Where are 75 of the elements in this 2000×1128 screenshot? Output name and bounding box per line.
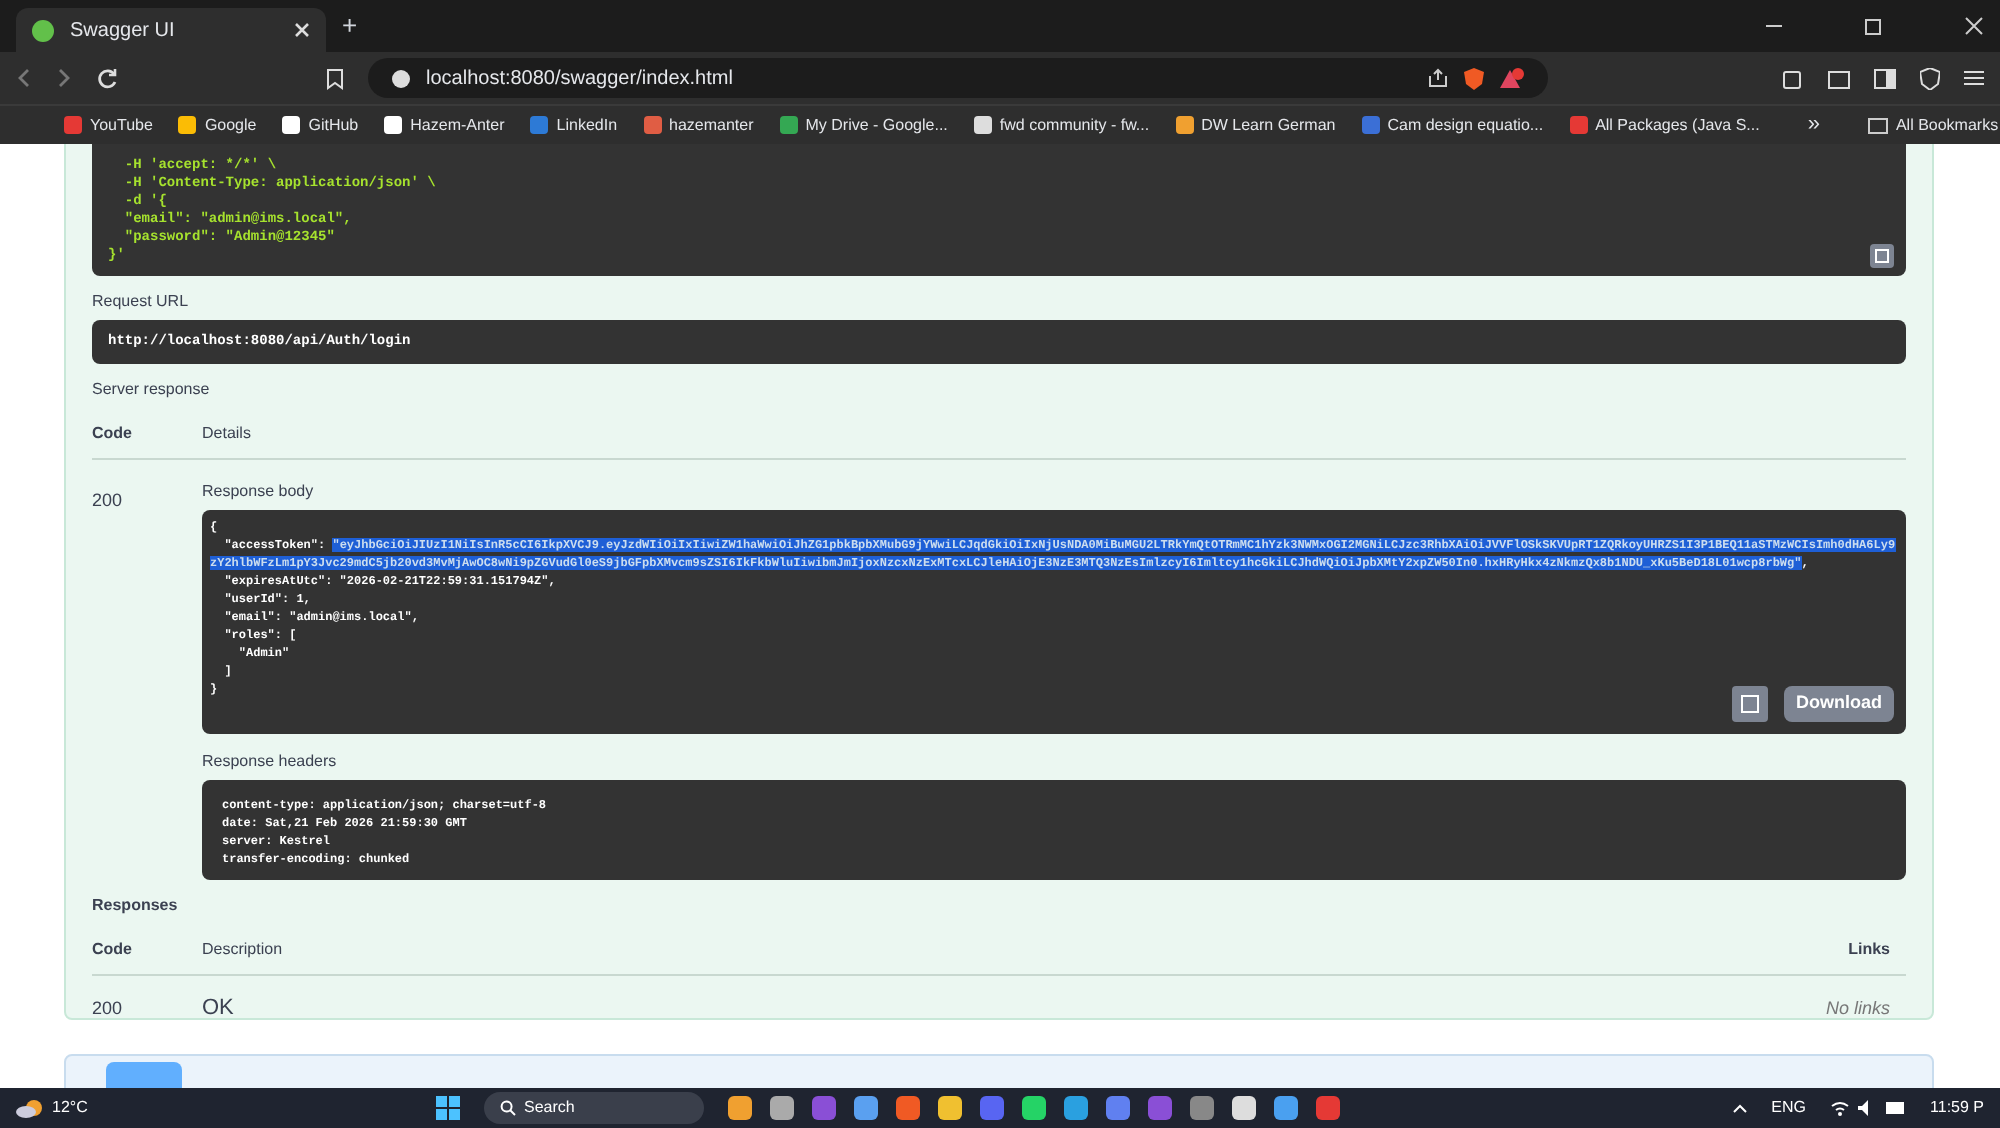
restore-icon[interactable] <box>1864 16 1884 36</box>
bookmark-favicon-icon <box>973 116 992 134</box>
shield-icon[interactable] <box>1920 67 1940 89</box>
app-icon[interactable] <box>1064 1096 1088 1120</box>
windows-start-icon[interactable] <box>436 1096 460 1120</box>
reload-icon[interactable] <box>96 67 118 89</box>
bookmark-favicon-icon <box>64 116 82 134</box>
download-button[interactable]: Download <box>1784 686 1894 722</box>
weather-icon[interactable] <box>16 1096 44 1120</box>
bookmark-item[interactable]: LinkedIn <box>530 113 618 137</box>
column-header: Description <box>202 938 285 962</box>
copy-icon[interactable] <box>1870 244 1894 268</box>
taskbar-search-field[interactable]: Search <box>484 1092 704 1124</box>
section-label: Response body <box>202 480 316 504</box>
new-tab-button[interactable]: + <box>342 6 358 46</box>
bookmark-item[interactable]: Cam design equatio... <box>1361 113 1544 137</box>
app-icon[interactable] <box>1232 1096 1256 1120</box>
sidebar-icon[interactable] <box>1874 67 1896 89</box>
address-bar[interactable]: localhost:8080/swagger/index.html <box>368 58 1548 98</box>
app-icon[interactable] <box>854 1096 878 1120</box>
app-icon[interactable] <box>1274 1096 1298 1120</box>
section-label: Request URL <box>92 290 191 314</box>
bookmark-favicon-icon <box>282 116 301 134</box>
clock[interactable]: 11:59 P <box>1930 1096 1984 1120</box>
copy-icon[interactable] <box>1732 686 1768 722</box>
close-icon[interactable] <box>1964 16 1984 36</box>
app-icon[interactable] <box>1022 1096 1046 1120</box>
bookmark-item[interactable]: GitHub <box>282 113 359 137</box>
column-header: Details <box>202 422 251 446</box>
forward-icon[interactable] <box>56 68 72 88</box>
more-bookmarks-button[interactable]: » <box>1807 108 1820 142</box>
bookmark-item[interactable]: Google <box>178 113 257 137</box>
app-icon[interactable] <box>728 1096 752 1120</box>
bookmark-favicon-icon <box>1361 116 1380 134</box>
triangle-icon[interactable] <box>1500 67 1524 89</box>
bookmark-item[interactable]: YouTube <box>64 113 153 137</box>
bookmark-item[interactable]: fwd community - fw... <box>973 113 1150 137</box>
app-icon[interactable] <box>770 1096 794 1120</box>
close-icon[interactable] <box>294 22 310 38</box>
bookmark-item[interactable]: My Drive - Google... <box>779 113 948 137</box>
bookmark-item[interactable]: Hazem-Anter <box>384 113 505 137</box>
bookmark-favicon-icon <box>779 116 798 134</box>
bookmark-favicon-icon <box>1569 116 1588 134</box>
section-label: Responses <box>92 894 180 918</box>
column-header: Links <box>1848 938 1892 962</box>
temperature[interactable]: 12°C <box>52 1096 88 1120</box>
status-code: 200 <box>92 488 125 514</box>
bookmark-favicon-icon <box>384 116 403 134</box>
status-code: 200 <box>92 995 125 1021</box>
section-label: Server response <box>92 378 212 402</box>
bookmark-favicon-icon <box>643 116 662 134</box>
back-icon[interactable] <box>16 68 32 88</box>
section-label: Response headers <box>202 750 339 774</box>
column-header: Code <box>92 938 134 962</box>
bookmark-favicon-icon <box>1175 116 1194 134</box>
shield-icon[interactable] <box>1464 67 1484 89</box>
bookmark-favicon-icon <box>530 116 549 134</box>
share-icon[interactable] <box>1428 68 1448 88</box>
links-cell-text: No links <box>1825 995 1892 1021</box>
chevron-up-icon[interactable] <box>1731 1102 1748 1114</box>
app-icon[interactable] <box>938 1096 962 1120</box>
bookmark-item[interactable]: DW Learn German <box>1175 113 1336 137</box>
menu-icon[interactable] <box>1964 68 1984 88</box>
all-bookmarks-button[interactable]: All Bookmarks <box>1867 113 1999 137</box>
response-description: OK <box>202 994 236 1024</box>
search-icon <box>500 1100 516 1116</box>
column-header: Code <box>92 422 134 446</box>
bookmark-item[interactable]: All Packages (Java S... <box>1569 113 1760 137</box>
language-indicator[interactable]: ENG <box>1771 1096 1807 1120</box>
bookmark-icon[interactable] <box>326 67 344 89</box>
browser-tab[interactable]: Swagger UI <box>16 8 326 52</box>
wifi-icon[interactable] <box>1830 1100 1851 1116</box>
bookmark-item[interactable]: hazemanter <box>643 113 754 137</box>
tab-title: Swagger UI <box>70 17 177 45</box>
bookmark-favicon-icon <box>178 116 197 134</box>
